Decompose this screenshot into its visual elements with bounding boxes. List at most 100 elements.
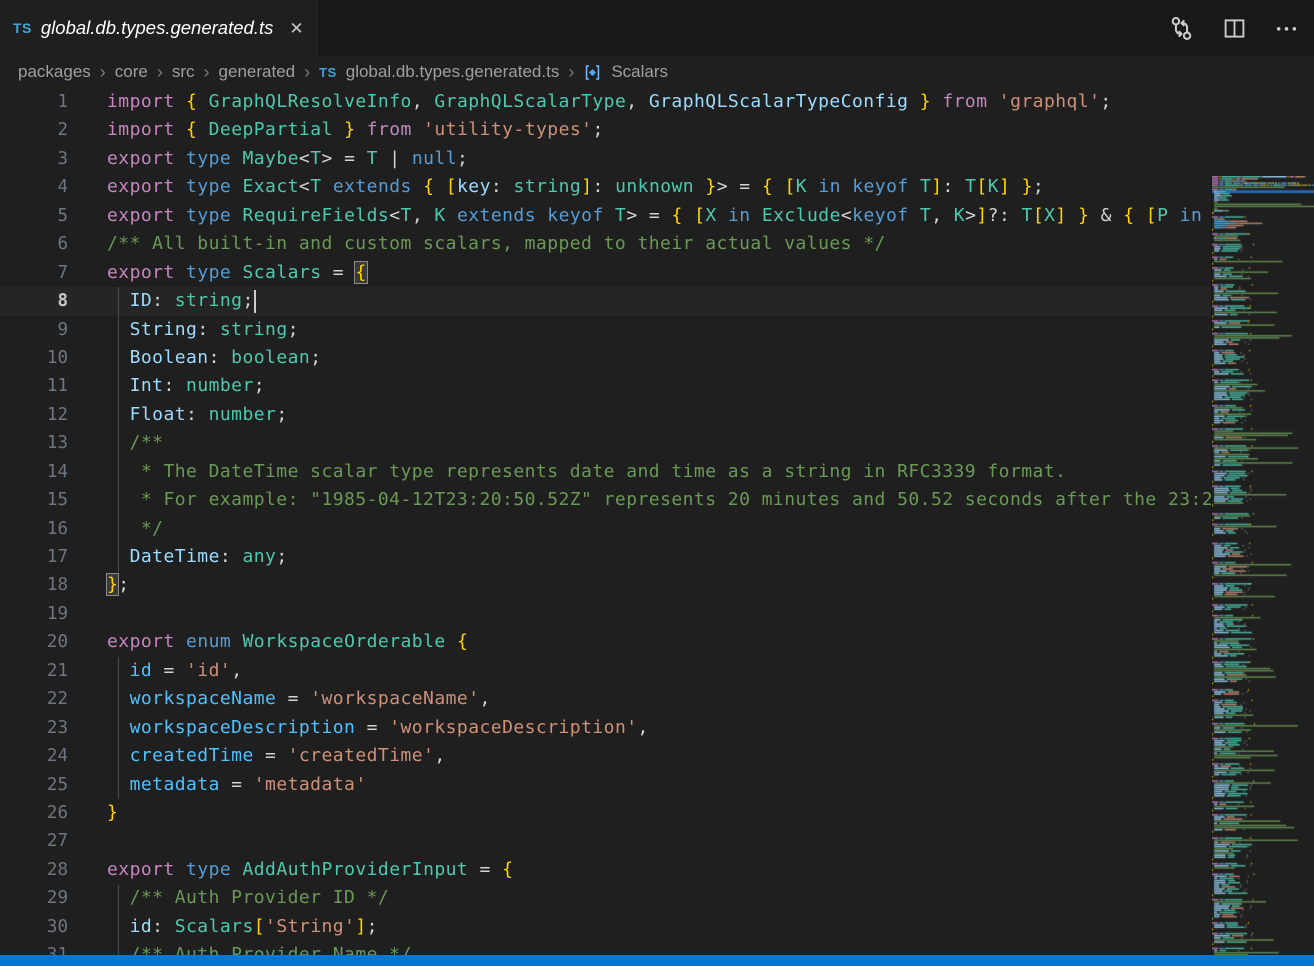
code-text: /** Auth Provider Name */ <box>88 941 1212 955</box>
code-line[interactable]: 14 * The DateTime scalar type represents… <box>0 458 1212 486</box>
line-number: 27 <box>0 827 88 855</box>
code-line[interactable]: 9 String: string; <box>0 316 1212 344</box>
breadcrumb-src[interactable]: src <box>172 62 195 82</box>
typescript-file-icon: TS <box>319 65 337 80</box>
code-text: }; <box>88 571 1212 599</box>
code-text: export type RequireFields<T, K extends k… <box>88 202 1212 230</box>
indent-guide <box>118 885 119 955</box>
line-number: 28 <box>0 856 88 884</box>
code-line[interactable]: 27 <box>0 827 1212 855</box>
line-number: 3 <box>0 145 88 173</box>
code-line[interactable]: 25 metadata = 'metadata' <box>0 771 1212 799</box>
code-lines[interactable]: 1import { GraphQLResolveInfo, GraphQLSca… <box>0 88 1212 955</box>
code-line[interactable]: 13 /** <box>0 429 1212 457</box>
tab-bar: TS global.db.types.generated.ts ✕ <box>0 0 1314 56</box>
breadcrumb-packages[interactable]: packages <box>18 62 91 82</box>
line-number: 7 <box>0 259 88 287</box>
code-text: export type Maybe<T> = T | null; <box>88 145 1212 173</box>
line-number: 20 <box>0 628 88 656</box>
code-line[interactable]: 26} <box>0 799 1212 827</box>
status-bar[interactable] <box>0 955 1314 966</box>
code-line[interactable]: 11 Int: number; <box>0 372 1212 400</box>
code-text: * For example: "1985-04-12T23:20:50.52Z"… <box>88 486 1212 514</box>
line-number: 24 <box>0 742 88 770</box>
line-number: 1 <box>0 88 88 116</box>
code-line[interactable]: 22 workspaceName = 'workspaceName', <box>0 685 1212 713</box>
code-line[interactable]: 3export type Maybe<T> = T | null; <box>0 145 1212 173</box>
code-line[interactable]: 7export type Scalars = { <box>0 259 1212 287</box>
vscode-editor-window: TS global.db.types.generated.ts ✕ <box>0 0 1314 966</box>
breadcrumb-filename[interactable]: global.db.types.generated.ts <box>346 62 560 82</box>
split-editor-icon <box>1222 16 1247 41</box>
code-line[interactable]: 15 * For example: "1985-04-12T23:20:50.5… <box>0 486 1212 514</box>
code-editor[interactable]: 1import { GraphQLResolveInfo, GraphQLSca… <box>0 88 1314 955</box>
code-text: workspaceName = 'workspaceName', <box>88 685 1212 713</box>
code-text: import { DeepPartial } from 'utility-typ… <box>88 116 1212 144</box>
line-number: 26 <box>0 799 88 827</box>
editor-actions <box>1168 0 1314 56</box>
code-line[interactable]: 6/** All built-in and custom scalars, ma… <box>0 230 1212 258</box>
line-number: 11 <box>0 372 88 400</box>
breadcrumb: packages › core › src › generated › TS g… <box>0 56 1314 88</box>
line-number: 23 <box>0 714 88 742</box>
code-line[interactable]: 23 workspaceDescription = 'workspaceDesc… <box>0 714 1212 742</box>
line-number: 4 <box>0 173 88 201</box>
code-line[interactable]: 30 id: Scalars['String']; <box>0 913 1212 941</box>
code-text: Int: number; <box>88 372 1212 400</box>
code-text: createdTime = 'createdTime', <box>88 742 1212 770</box>
more-actions-button[interactable] <box>1274 16 1299 41</box>
code-line[interactable]: 21 id = 'id', <box>0 657 1212 685</box>
code-line[interactable]: 12 Float: number; <box>0 401 1212 429</box>
code-line[interactable]: 28export type AddAuthProviderInput = { <box>0 856 1212 884</box>
code-line[interactable]: 2import { DeepPartial } from 'utility-ty… <box>0 116 1212 144</box>
line-number: 18 <box>0 571 88 599</box>
minimap[interactable] <box>1211 176 1314 955</box>
code-line[interactable]: 24 createdTime = 'createdTime', <box>0 742 1212 770</box>
breadcrumb-separator: › <box>304 62 310 83</box>
ellipsis-icon <box>1274 16 1299 41</box>
line-number: 12 <box>0 401 88 429</box>
code-text: * The DateTime scalar type represents da… <box>88 458 1212 486</box>
line-number: 14 <box>0 458 88 486</box>
code-line[interactable]: 19 <box>0 600 1212 628</box>
code-line[interactable]: 10 Boolean: boolean; <box>0 344 1212 372</box>
tab-global-db-types[interactable]: TS global.db.types.generated.ts ✕ <box>0 0 318 56</box>
code-line[interactable]: 29 /** Auth Provider ID */ <box>0 884 1212 912</box>
code-text: /** All built-in and custom scalars, map… <box>88 230 1212 258</box>
breadcrumb-generated[interactable]: generated <box>219 62 296 82</box>
code-text: export type Scalars = { <box>88 259 1212 287</box>
code-text: export type Exact<T extends { [key: stri… <box>88 173 1212 201</box>
breadcrumb-core[interactable]: core <box>115 62 148 82</box>
line-number: 2 <box>0 116 88 144</box>
code-line[interactable]: 31 /** Auth Provider Name */ <box>0 941 1212 955</box>
code-line[interactable]: 18}; <box>0 571 1212 599</box>
code-line[interactable]: 20export enum WorkspaceOrderable { <box>0 628 1212 656</box>
code-line[interactable]: 8 ID: string; <box>0 287 1212 315</box>
line-number: 25 <box>0 771 88 799</box>
code-text: /** <box>88 429 1212 457</box>
line-number: 31 <box>0 941 88 955</box>
code-line[interactable]: 1import { GraphQLResolveInfo, GraphQLSca… <box>0 88 1212 116</box>
line-number: 21 <box>0 657 88 685</box>
tab-close-icon[interactable]: ✕ <box>289 20 303 37</box>
breadcrumb-separator: › <box>157 62 163 83</box>
code-line[interactable]: 16 */ <box>0 515 1212 543</box>
code-text: /** Auth Provider ID */ <box>88 884 1212 912</box>
code-line[interactable]: 17 DateTime: any; <box>0 543 1212 571</box>
split-editor-button[interactable] <box>1222 16 1247 41</box>
code-text: id = 'id', <box>88 657 1212 685</box>
code-text: String: string; <box>88 316 1212 344</box>
code-text: import { GraphQLResolveInfo, GraphQLScal… <box>88 88 1212 116</box>
line-number: 6 <box>0 230 88 258</box>
line-number: 15 <box>0 486 88 514</box>
symbol-type-icon <box>583 63 602 82</box>
breadcrumb-symbol-scalars[interactable]: Scalars <box>611 62 668 82</box>
line-number: 29 <box>0 884 88 912</box>
breadcrumb-separator: › <box>204 62 210 83</box>
code-text: export type AddAuthProviderInput = { <box>88 856 1212 884</box>
indent-guide <box>118 657 119 799</box>
code-line[interactable]: 4export type Exact<T extends { [key: str… <box>0 173 1212 201</box>
open-changes-button[interactable] <box>1168 15 1195 42</box>
compare-changes-icon <box>1168 15 1195 42</box>
code-line[interactable]: 5export type RequireFields<T, K extends … <box>0 202 1212 230</box>
